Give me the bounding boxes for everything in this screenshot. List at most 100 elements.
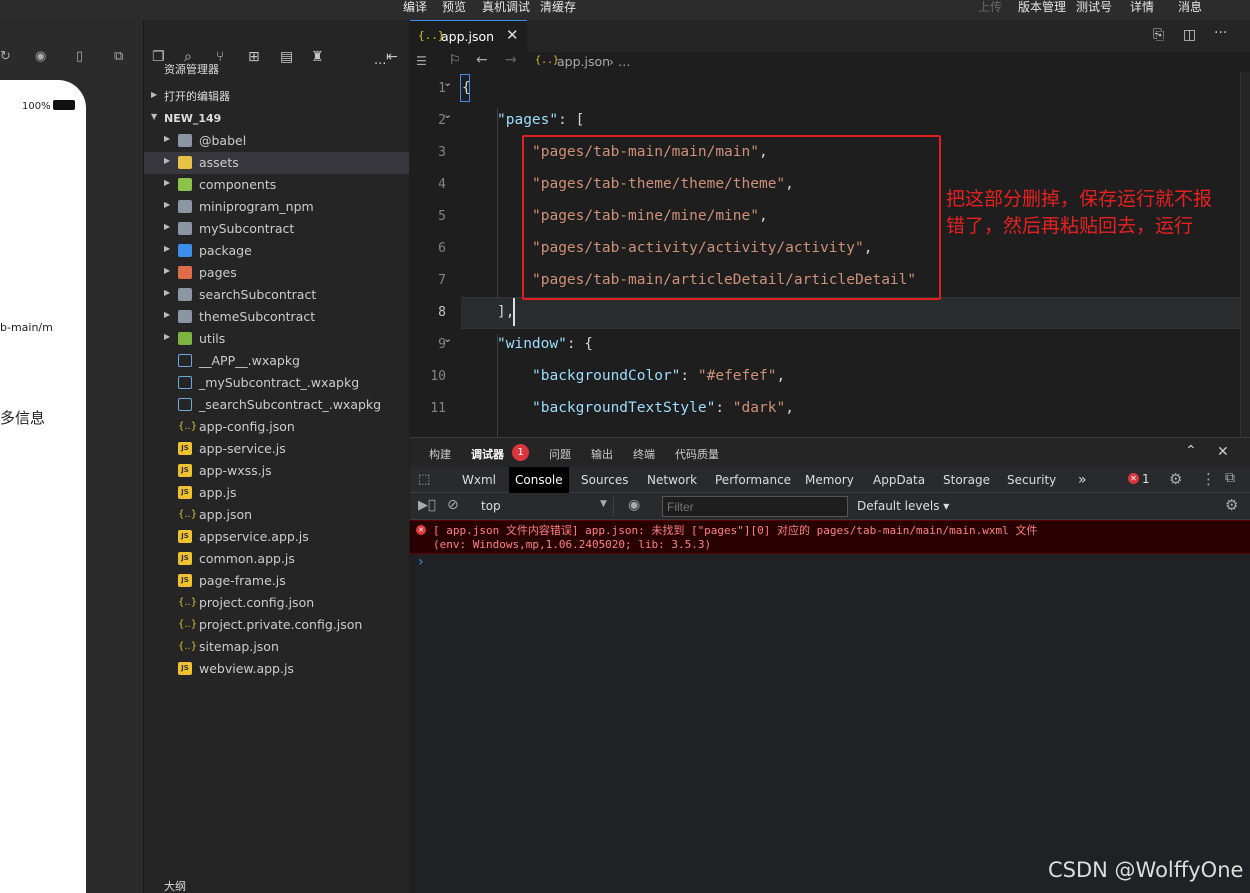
tab-problems[interactable]: 问题 (549, 446, 571, 462)
test-account-button[interactable]: 测试号 (1076, 0, 1112, 14)
file-item[interactable]: {..} app.json (144, 504, 409, 526)
eye-icon[interactable]: ◉ (628, 497, 640, 513)
more-tabs-icon[interactable]: » (1072, 467, 1093, 493)
window-icon[interactable]: ⧉ (114, 50, 123, 64)
kebab-menu-icon[interactable]: ⋮ (1201, 470, 1216, 488)
file-item[interactable]: {..} project.private.config.json (144, 614, 409, 636)
line-number-current: 8 (438, 305, 446, 320)
default-levels-select[interactable]: Default levels ▾ (857, 499, 949, 513)
tab-network[interactable]: Network (641, 467, 703, 493)
tree-item-label: miniprogram_npm (199, 199, 314, 214)
phone-icon[interactable]: ▯ (76, 50, 83, 64)
undock-icon[interactable]: ⧉ (1225, 470, 1235, 486)
fold-chevron-icon[interactable]: ⌄ (443, 108, 452, 121)
console-output[interactable]: › (410, 554, 1250, 893)
file-item[interactable]: {..} app-config.json (144, 416, 409, 438)
file-item[interactable]: JS page-frame.js (144, 570, 409, 592)
more-actions-icon[interactable]: ··· (1214, 25, 1227, 41)
tab-terminal[interactable]: 终端 (633, 446, 655, 462)
fold-chevron-icon[interactable]: ⌄ (443, 76, 452, 89)
editor-scrollbar[interactable] (1240, 72, 1250, 437)
folder-item[interactable]: ▶ searchSubcontract (144, 284, 409, 306)
upload-button[interactable]: 上传 (978, 0, 1002, 14)
console-prompt[interactable]: › (418, 554, 424, 570)
fold-chevron-icon[interactable]: ⌄ (443, 332, 452, 345)
filter-input[interactable] (662, 496, 848, 517)
tab-console[interactable]: Console (509, 467, 569, 493)
real-device-debug-button[interactable]: 真机调试 (482, 0, 530, 14)
tab-build[interactable]: 构建 (429, 446, 451, 462)
forward-arrow-icon[interactable]: → (505, 52, 517, 68)
folder-item[interactable]: ▶ assets (144, 152, 409, 174)
file-item[interactable]: JS common.app.js (144, 548, 409, 570)
version-management-button[interactable]: 版本管理 (1018, 0, 1066, 14)
file-item[interactable]: {..} project.config.json (144, 592, 409, 614)
file-item[interactable]: JS webview.app.js (144, 658, 409, 680)
file-item[interactable]: JS app-service.js (144, 438, 409, 460)
open-editors-section[interactable]: ▶ 打开的编辑器 (144, 86, 409, 106)
back-arrow-icon[interactable]: ← (476, 52, 488, 68)
file-item[interactable]: JS appservice.app.js (144, 526, 409, 548)
tab-appdata[interactable]: AppData (867, 467, 931, 493)
tab-security[interactable]: Security (1001, 467, 1062, 493)
extensions-icon[interactable]: ⊞ (248, 49, 260, 65)
tab-performance[interactable]: Performance (709, 467, 797, 493)
folder-item[interactable]: ▶ package (144, 240, 409, 262)
tab-storage[interactable]: Storage (937, 467, 996, 493)
folder-item[interactable]: ▶ pages (144, 262, 409, 284)
file-item[interactable]: JS app-wxss.js (144, 460, 409, 482)
details-button[interactable]: 详情 (1130, 0, 1154, 14)
tab-output[interactable]: 输出 (591, 446, 613, 462)
tab-app-json[interactable]: {..} app.json ✕ (410, 20, 527, 52)
error-count[interactable]: 1 (1142, 472, 1150, 486)
top-menu-bar: 编译 预览 真机调试 清缓存 上传 版本管理 测试号 详情 消息 (0, 0, 1250, 20)
messages-button[interactable]: 消息 (1178, 0, 1202, 14)
collapse-panel-icon[interactable]: ⇤ (386, 49, 398, 65)
folder-item[interactable]: ▶ themeSubcontract (144, 306, 409, 328)
refresh-icon[interactable]: ↻ (0, 50, 11, 64)
tab-memory[interactable]: Memory (799, 467, 860, 493)
tab-wxml[interactable]: Wxml (456, 467, 502, 493)
tab-code-quality[interactable]: 代码质量 (675, 446, 719, 462)
cloud-icon[interactable]: ▤ (280, 49, 293, 65)
watermark: CSDN @WolffyOne (1048, 858, 1244, 882)
preview-button[interactable]: 预览 (442, 0, 466, 14)
context-select[interactable]: top ▼ (474, 497, 614, 516)
open-changes-icon[interactable]: ⎘ (1153, 27, 1164, 43)
folder-item[interactable]: ▶ mySubcontract (144, 218, 409, 240)
folder-item[interactable]: ▶ utils (144, 328, 409, 350)
outline-section[interactable]: 大纲 (144, 878, 409, 893)
bookmark-icon[interactable]: ⚐ (449, 53, 461, 68)
split-editor-icon[interactable]: ◫ (1183, 27, 1196, 43)
explorer-more-button[interactable]: ··· (374, 57, 386, 72)
file-item[interactable]: JS app.js (144, 482, 409, 504)
stop-icon[interactable]: ◉ (35, 50, 46, 64)
breadcrumb-rest[interactable]: › … (609, 54, 630, 69)
file-item[interactable]: _mySubcontract_.wxapkg (144, 372, 409, 394)
file-item[interactable]: __APP__.wxapkg (144, 350, 409, 372)
files-icon[interactable]: ❐ (152, 49, 165, 65)
breadcrumb-file[interactable]: app.json (557, 54, 610, 69)
inspect-icon[interactable]: ⬚ (418, 472, 430, 487)
file-item[interactable]: {..} sitemap.json (144, 636, 409, 658)
settings-icon[interactable]: ⚙ (1169, 470, 1182, 488)
sidebar-toggle-icon[interactable]: ▶⃞ (418, 498, 436, 513)
clear-cache-button[interactable]: 清缓存 (540, 0, 576, 14)
tab-debugger[interactable]: 调试器 (471, 446, 504, 462)
close-panel-icon[interactable]: ✕ (1217, 444, 1229, 460)
tab-sources[interactable]: Sources (575, 467, 634, 493)
folder-item[interactable]: ▶ miniprogram_npm (144, 196, 409, 218)
folder-item[interactable]: ▶ @babel (144, 130, 409, 152)
project-section[interactable]: ▼ NEW_149 (144, 108, 409, 128)
clear-console-icon[interactable]: ⊘ (447, 497, 459, 513)
folder-item[interactable]: ▶ components (144, 174, 409, 196)
close-icon[interactable]: ✕ (506, 26, 519, 44)
list-icon[interactable]: ☰ (416, 54, 427, 68)
console-settings-icon[interactable]: ⚙ (1225, 496, 1238, 514)
tree-item-label: app-config.json (199, 419, 295, 434)
compile-button[interactable]: 编译 (403, 0, 427, 14)
console-error-message[interactable]: ✕ [ app.json 文件内容错误] app.json: 未找到 ["pag… (410, 520, 1250, 554)
file-item[interactable]: _searchSubcontract_.wxapkg (144, 394, 409, 416)
docker-icon[interactable]: ♜ (311, 49, 324, 65)
chevron-up-icon[interactable]: ⌃ (1185, 443, 1197, 459)
